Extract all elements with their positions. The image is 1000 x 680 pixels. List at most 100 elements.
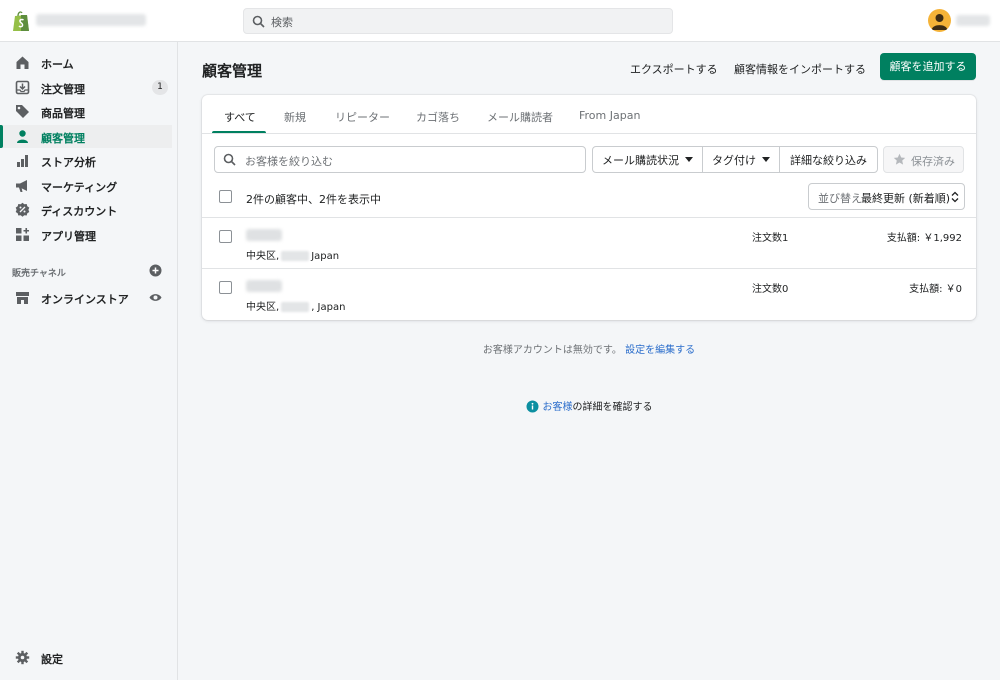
tab-email-subscribers[interactable]: メール購読者 <box>487 109 553 125</box>
tab-abandoned-checkouts[interactable]: カゴ落ち <box>416 109 460 125</box>
page-title: 顧客管理 <box>202 62 263 80</box>
tag-icon <box>16 105 29 118</box>
sidebar-item-orders[interactable]: 注文管理 1 <box>0 76 172 99</box>
location-country: , Japan <box>311 302 346 313</box>
tagged-filter-label: タグ付け <box>712 153 756 167</box>
select-all-checkbox[interactable] <box>219 190 232 203</box>
sidebar-item-customers[interactable]: 顧客管理 <box>0 125 172 148</box>
tab-from-japan[interactable]: From Japan <box>579 109 640 122</box>
search-icon <box>223 153 236 166</box>
tab-returning[interactable]: リピーター <box>335 109 390 125</box>
list-divider <box>202 217 976 218</box>
location-city: 中央区, <box>246 302 280 313</box>
sidebar-item-home[interactable]: ホーム <box>0 51 172 74</box>
sidebar-item-discounts[interactable]: ディスカウント <box>0 198 172 221</box>
user-name[interactable] <box>956 15 990 26</box>
discount-icon <box>15 202 30 217</box>
home-icon <box>16 56 29 69</box>
import-customers-button[interactable]: 顧客情報をインポートする <box>734 61 866 77</box>
person-icon <box>17 130 28 143</box>
order-count: 注文数0 <box>752 284 789 295</box>
customer-name[interactable] <box>246 280 282 292</box>
customer-location: 中央区, , Japan <box>246 298 345 313</box>
learn-more-text: の詳細を確認する <box>572 402 653 413</box>
customer-name[interactable] <box>246 229 282 241</box>
saved-search-button[interactable]: 保存済み <box>883 146 964 173</box>
apps-grid-icon <box>16 228 29 241</box>
add-customer-button[interactable]: 顧客を追加する <box>880 53 976 80</box>
email-status-filter-label: メール購読状況 <box>602 153 679 167</box>
amount-spent: 支払額: ￥1,992 <box>886 233 962 244</box>
export-button[interactable]: エクスポートする <box>630 61 718 77</box>
orders-count-badge: 1 <box>152 80 168 95</box>
learn-more-note: お客様の詳細を確認する <box>0 398 1000 413</box>
customers-card: すべて 新規 リピーター カゴ落ち メール購読者 From Japan お客様を… <box>202 95 976 320</box>
location-redacted <box>281 302 310 312</box>
accounts-disabled-text: お客様アカウントは無効です。 <box>482 345 622 356</box>
tagged-filter-button[interactable]: タグ付け <box>703 147 780 172</box>
customer-location: 中央区, Japan <box>246 247 339 262</box>
add-channel-plus-icon[interactable] <box>149 264 162 277</box>
edit-settings-link[interactable]: 設定を編集する <box>625 345 695 356</box>
global-search-input[interactable]: 検索 <box>243 8 673 34</box>
sidebar-item-label: 注文管理 <box>41 83 85 96</box>
sidebar-item-label: マーケティング <box>41 181 118 194</box>
sidebar-item-analytics[interactable]: ストア分析 <box>0 149 172 172</box>
sidebar-item-apps[interactable]: アプリ管理 <box>0 223 172 246</box>
sort-value: 最終更新 (新着順) <box>861 192 951 205</box>
sidebar-item-products[interactable]: 商品管理 <box>0 100 172 123</box>
settings-label: 設定 <box>41 653 63 666</box>
sales-channels-label: 販売チャネル <box>12 269 66 279</box>
sidebar-item-label: ストア分析 <box>41 156 96 169</box>
row-checkbox[interactable] <box>219 230 232 243</box>
info-icon <box>526 400 538 413</box>
caret-down-icon <box>762 157 770 162</box>
sidebar-item-label: アプリ管理 <box>41 230 96 243</box>
sidebar-item-settings[interactable]: 設定 <box>0 646 172 669</box>
accounts-disabled-note: お客様アカウントは無効です。 設定を編集する <box>0 341 1000 356</box>
top-bar: 検索 <box>0 0 1000 42</box>
tab-all[interactable]: すべて <box>224 109 256 125</box>
more-filters-button[interactable]: 詳細な絞り込み <box>780 147 877 172</box>
gear-icon <box>15 650 30 665</box>
view-store-eye-icon[interactable] <box>149 291 162 304</box>
sidebar-item-label: ディスカウント <box>41 205 118 218</box>
caret-down-icon <box>685 157 693 162</box>
tab-new[interactable]: 新規 <box>284 109 306 125</box>
store-name[interactable] <box>36 14 146 26</box>
location-redacted <box>281 251 310 261</box>
bar-chart-icon <box>17 155 28 167</box>
sidebar-item-marketing[interactable]: マーケティング <box>0 174 172 197</box>
shopify-bag-icon[interactable] <box>12 10 30 32</box>
email-status-filter-button[interactable]: メール購読状況 <box>593 147 703 172</box>
star-icon <box>893 153 906 165</box>
sidebar-item-label: ホーム <box>41 58 74 71</box>
location-city: 中央区, <box>246 251 280 262</box>
customer-filter-placeholder: お客様を絞り込む <box>245 155 333 168</box>
amount-spent: 支払額: ￥0 <box>909 284 962 295</box>
sidebar-item-label: 商品管理 <box>41 107 85 120</box>
megaphone-icon <box>16 180 27 192</box>
orders-inbox-icon <box>15 80 30 95</box>
sidebar-item-label: オンラインストア <box>41 293 129 306</box>
row-checkbox[interactable] <box>219 281 232 294</box>
sort-arrows-icon <box>951 191 959 203</box>
row-divider <box>202 268 976 269</box>
customer-count-text: 2件の顧客中、2件を表示中 <box>246 193 381 206</box>
saved-search-label: 保存済み <box>911 155 955 168</box>
storefront-icon <box>16 292 29 304</box>
sort-label: 並び替え <box>818 192 862 205</box>
global-search-placeholder: 検索 <box>271 16 293 29</box>
user-avatar-icon[interactable] <box>928 9 951 32</box>
sort-select[interactable]: 並び替え 最終更新 (新着順) <box>808 183 965 210</box>
customer-filter-input[interactable]: お客様を絞り込む <box>214 146 586 173</box>
sidebar-item-online-store[interactable]: オンラインストア <box>0 286 172 309</box>
sidebar-item-label: 顧客管理 <box>41 132 85 145</box>
order-count: 注文数1 <box>752 233 789 244</box>
tabs-divider <box>202 133 976 134</box>
filter-button-group: メール購読状況 タグ付け 詳細な絞り込み <box>592 146 878 173</box>
location-country: Japan <box>311 251 340 262</box>
learn-customers-link[interactable]: お客様 <box>543 402 573 413</box>
sidebar: ホーム 注文管理 1 商品管理 顧客管理 ストア分析 マーケティング ディスカウ… <box>0 42 178 680</box>
search-icon <box>252 15 265 28</box>
